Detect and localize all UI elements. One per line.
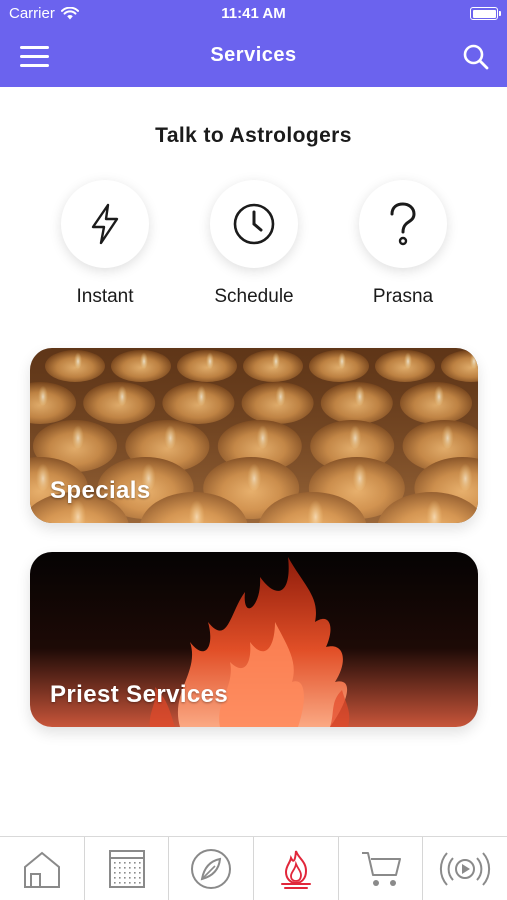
lightning-icon <box>91 203 119 245</box>
prasna-option[interactable]: Prasna <box>338 180 468 308</box>
broadcast-play-icon <box>440 852 491 886</box>
status-time: 11:41 AM <box>221 5 286 22</box>
schedule-option[interactable]: Schedule <box>189 180 319 308</box>
specials-card[interactable]: Specials <box>30 348 478 523</box>
tab-bar <box>0 836 507 900</box>
priest-services-card[interactable]: Priest Services <box>30 552 478 727</box>
instant-circle[interactable] <box>61 180 149 268</box>
header-bar: Carrier 11:41 AM Services <box>0 0 507 87</box>
home-icon <box>23 851 60 888</box>
fire-icon <box>280 850 311 889</box>
battery-icon <box>470 7 501 20</box>
clock-icon <box>233 203 275 245</box>
schedule-circle[interactable] <box>210 180 298 268</box>
talk-section-title: Talk to Astrologers <box>155 124 352 147</box>
calendar-icon <box>108 850 145 888</box>
instant-label: Instant <box>76 286 134 307</box>
tab-explore[interactable] <box>169 837 255 900</box>
tab-home[interactable] <box>0 837 85 900</box>
tab-services[interactable] <box>254 837 339 900</box>
tab-cart[interactable] <box>339 837 424 900</box>
compass-leaf-icon <box>191 849 232 889</box>
specials-label: Specials <box>50 477 151 504</box>
priest-services-label: Priest Services <box>50 681 229 708</box>
instant-option[interactable]: Instant <box>40 180 170 308</box>
page-title: Services <box>210 44 297 66</box>
nav-bar: Services <box>0 28 507 87</box>
status-bar: Carrier 11:41 AM <box>0 0 507 28</box>
prasna-circle[interactable] <box>359 180 447 268</box>
tab-calendar[interactable] <box>85 837 170 900</box>
cart-icon <box>361 852 401 886</box>
search-button[interactable] <box>461 42 491 72</box>
question-icon <box>390 202 416 246</box>
tab-live[interactable] <box>423 837 507 900</box>
search-icon <box>463 44 489 70</box>
schedule-label: Schedule <box>214 286 294 307</box>
prasna-label: Prasna <box>372 286 434 307</box>
